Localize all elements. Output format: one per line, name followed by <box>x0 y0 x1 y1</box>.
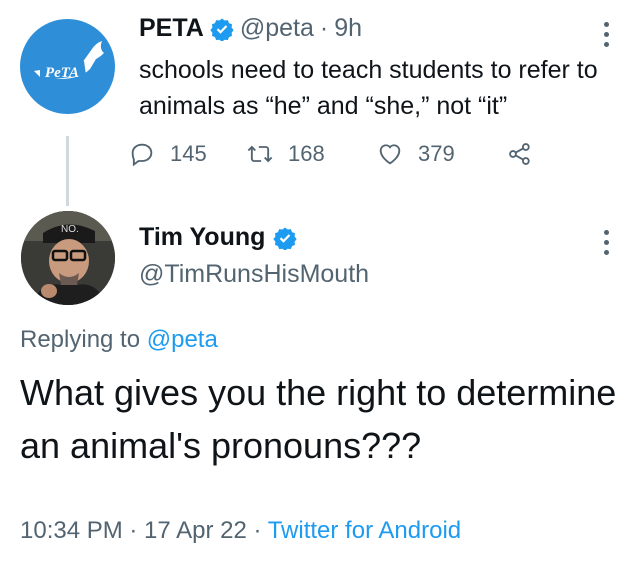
like-count: 379 <box>418 141 455 166</box>
reply-count: 145 <box>170 141 207 166</box>
peta-logo-icon: PeTA <box>34 41 104 81</box>
tim-young-avatar[interactable]: NO. <box>21 211 115 305</box>
verified-badge-icon <box>210 18 234 41</box>
like-button[interactable]: 379 <box>376 140 506 168</box>
share-button[interactable] <box>506 140 534 168</box>
retweet-icon <box>247 145 273 163</box>
share-icon <box>509 143 530 165</box>
like-icon <box>379 144 401 165</box>
author-handle[interactable]: @peta <box>240 14 314 43</box>
more-options-icon[interactable] <box>604 22 610 48</box>
author-name[interactable]: PETA <box>139 14 204 43</box>
tweet-source-link[interactable]: Twitter for Android <box>268 517 461 544</box>
reply-icon <box>131 143 153 167</box>
tweet-time[interactable]: 9h <box>334 14 362 43</box>
reply-author-handle[interactable]: @TimRunsHisMouth <box>139 260 369 289</box>
action-bar: 145 168 379 <box>128 140 534 168</box>
thread-connector <box>66 136 69 206</box>
cap-logo-text: NO. <box>61 224 79 235</box>
more-options-icon[interactable] <box>604 230 610 256</box>
reply-button[interactable]: 145 <box>128 140 246 168</box>
original-tweet-header: PETA @peta · 9h <box>139 14 362 43</box>
peta-avatar[interactable]: PeTA <box>20 19 115 114</box>
replying-to-link[interactable]: @peta <box>147 326 218 353</box>
verified-badge-icon <box>273 227 298 250</box>
replying-prefix: Replying to <box>20 326 141 353</box>
reply-author-name[interactable]: Tim Young <box>139 223 265 252</box>
retweet-count: 168 <box>288 141 325 166</box>
reply-tweet-text: What gives you the right to determine an… <box>20 372 617 466</box>
replying-to: Replying to @peta <box>20 326 218 354</box>
peta-logo-text: PeTA <box>45 65 79 81</box>
reply-author-header: Tim Young <box>139 223 298 252</box>
time-separator: · <box>319 14 329 42</box>
profile-photo: NO. <box>21 211 115 305</box>
retweet-button[interactable]: 168 <box>246 140 376 168</box>
original-tweet-text: schools need to teach students to refer … <box>139 56 598 120</box>
tweet-meta: 10:34 PM · 17 Apr 22 · Twitter for Andro… <box>20 517 461 545</box>
tweet-timestamp[interactable]: 10:34 PM · 17 Apr 22 · <box>20 517 268 544</box>
